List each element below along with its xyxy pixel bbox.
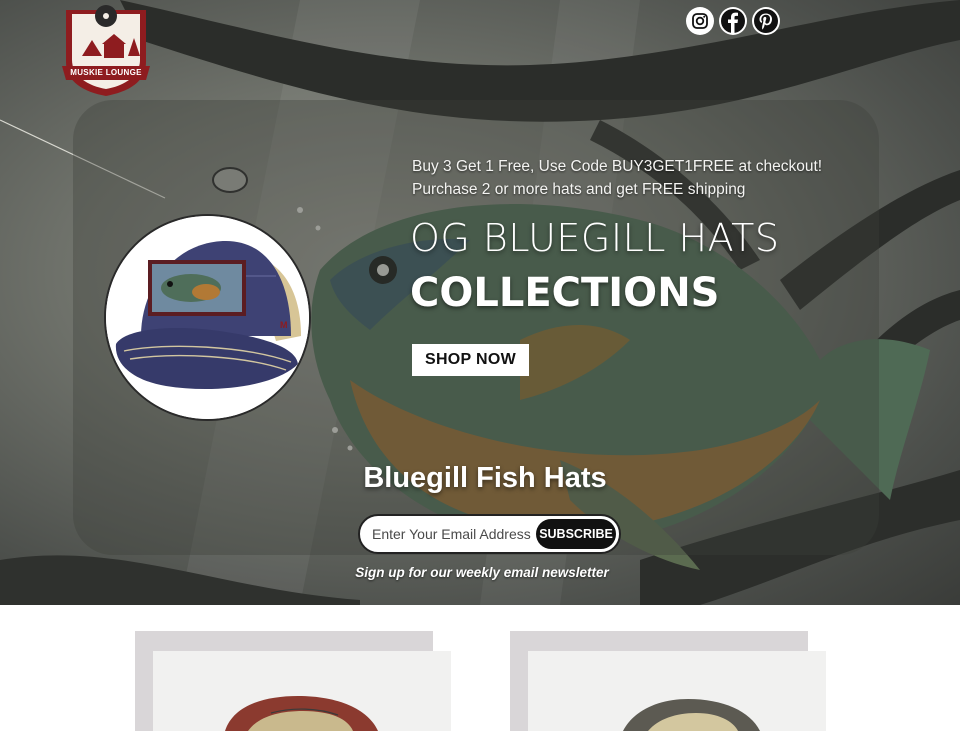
pinterest-icon <box>754 9 778 33</box>
tan-crown-hat-image <box>528 651 826 731</box>
email-input[interactable] <box>372 516 532 552</box>
facebook-icon <box>721 9 745 33</box>
logo-text: MUSKIE LOUNGE <box>70 68 142 77</box>
hero-headline: OG BLUEGILL HATS <box>410 216 780 260</box>
svg-text:M: M <box>280 320 288 330</box>
product-card[interactable] <box>135 631 451 731</box>
muskie-lounge-logo[interactable] <box>58 0 154 98</box>
newsletter-form: SUBSCRIBE <box>358 514 621 554</box>
product-image <box>153 651 451 731</box>
red-crown-hat-image <box>153 651 451 731</box>
shop-now-button[interactable]: SHOP NOW <box>412 344 529 376</box>
newsletter-note: Sign up for our weekly email newsletter <box>355 565 609 580</box>
promo-line-2: Purchase 2 or more hats and get FREE shi… <box>412 181 746 198</box>
featured-hat-image[interactable]: M <box>104 214 311 421</box>
subscribe-button[interactable]: SUBSCRIBE <box>536 519 616 549</box>
product-card[interactable] <box>510 631 826 731</box>
hero-banner: MUSKIE LOUNGE M Buy 3 Get 1 Free, Use Co… <box>0 0 960 605</box>
newsletter-title: Bluegill Fish Hats <box>363 462 607 494</box>
bluegill-hat-illustration: M <box>106 216 309 419</box>
product-image <box>528 651 826 731</box>
hero-subheadline: COLLECTIONS <box>410 270 720 316</box>
facebook-link[interactable] <box>719 7 747 35</box>
instagram-icon <box>692 13 708 29</box>
promo-line-1: Buy 3 Get 1 Free, Use Code BUY3GET1FREE … <box>412 158 823 175</box>
instagram-link[interactable] <box>686 7 714 35</box>
pinterest-link[interactable] <box>752 7 780 35</box>
